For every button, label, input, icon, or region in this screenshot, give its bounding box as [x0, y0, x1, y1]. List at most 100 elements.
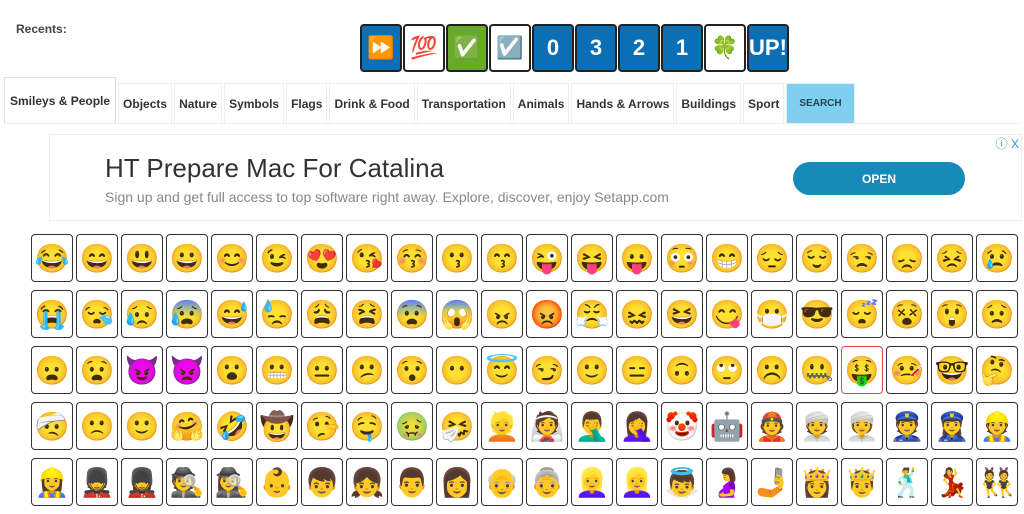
emoji-button[interactable]: 😘 [346, 234, 388, 282]
emoji-button[interactable]: 😧 [76, 346, 118, 394]
recent-emoji[interactable]: 3 [575, 24, 617, 72]
ad-open-button[interactable]: OPEN [793, 162, 965, 195]
emoji-button[interactable]: 🙄 [706, 346, 748, 394]
emoji-button[interactable]: 🕵️‍♀️ [211, 458, 253, 506]
emoji-button[interactable]: 😋 [706, 290, 748, 338]
emoji-button[interactable]: 👰 [526, 402, 568, 450]
recent-emoji[interactable]: ✅ [446, 24, 488, 72]
emoji-button[interactable]: 😠 [481, 290, 523, 338]
emoji-button[interactable]: 🤑 [841, 346, 883, 394]
emoji-button[interactable]: 👳 [796, 402, 838, 450]
emoji-button[interactable]: 😮 [211, 346, 253, 394]
emoji-button[interactable]: 🤓 [931, 346, 973, 394]
emoji-button[interactable]: 👶 [256, 458, 298, 506]
recent-emoji[interactable]: UP! [747, 24, 789, 72]
emoji-button[interactable]: 😪 [76, 290, 118, 338]
tab-hands-arrows[interactable]: Hands & Arrows [571, 83, 675, 123]
emoji-button[interactable]: 🙃 [661, 346, 703, 394]
tab-drink-food[interactable]: Drink & Food [329, 83, 415, 123]
emoji-button[interactable]: 😌 [796, 234, 838, 282]
emoji-button[interactable]: 😛 [616, 234, 658, 282]
emoji-button[interactable]: 😥 [121, 290, 163, 338]
emoji-button[interactable]: 🤔 [976, 346, 1018, 394]
emoji-button[interactable]: 🤳 [751, 458, 793, 506]
tab-transportation[interactable]: Transportation [416, 83, 511, 123]
emoji-button[interactable]: 👴 [481, 458, 523, 506]
recent-emoji[interactable]: ☑️ [489, 24, 531, 72]
emoji-button[interactable]: 🤖 [706, 402, 748, 450]
emoji-button[interactable]: 😚 [391, 234, 433, 282]
emoji-button[interactable]: 👱 [481, 402, 523, 450]
emoji-button[interactable]: 🤴 [841, 458, 883, 506]
emoji-button[interactable]: 👮‍♀️ [931, 402, 973, 450]
emoji-button[interactable]: 😊 [211, 234, 253, 282]
tab-symbols[interactable]: Symbols [224, 83, 285, 123]
emoji-button[interactable]: 😞 [886, 234, 928, 282]
emoji-button[interactable]: ☹️ [751, 346, 793, 394]
emoji-button[interactable]: 🤒 [886, 346, 928, 394]
emoji-button[interactable]: 👼 [661, 458, 703, 506]
recent-emoji[interactable]: 2 [618, 24, 660, 72]
emoji-button[interactable]: 😦 [31, 346, 73, 394]
emoji-button[interactable]: 😰 [166, 290, 208, 338]
tab-nature[interactable]: Nature [174, 83, 223, 123]
emoji-button[interactable]: 🙂 [571, 346, 613, 394]
emoji-button[interactable]: 😅 [211, 290, 253, 338]
emoji-button[interactable]: 👵 [526, 458, 568, 506]
emoji-button[interactable]: 😓 [256, 290, 298, 338]
emoji-button[interactable]: 😱 [436, 290, 478, 338]
emoji-button[interactable]: 😏 [526, 346, 568, 394]
emoji-button[interactable]: 😖 [616, 290, 658, 338]
emoji-button[interactable]: 👩 [436, 458, 478, 506]
emoji-button[interactable]: 😩 [301, 290, 343, 338]
emoji-button[interactable]: 😇 [481, 346, 523, 394]
emoji-button[interactable]: 🤐 [796, 346, 838, 394]
emoji-button[interactable]: 😯 [391, 346, 433, 394]
tab-objects[interactable]: Objects [118, 83, 173, 123]
tab-animals[interactable]: Animals [512, 83, 570, 123]
emoji-button[interactable]: 😵 [886, 290, 928, 338]
tab-flags[interactable]: Flags [286, 83, 328, 123]
emoji-button[interactable]: 😁 [706, 234, 748, 282]
tab-smileys-people[interactable]: Smileys & People [4, 77, 117, 123]
emoji-button[interactable]: 🤢 [391, 402, 433, 450]
emoji-button[interactable]: 😝 [571, 234, 613, 282]
emoji-button[interactable]: 🕵️ [166, 458, 208, 506]
recent-emoji[interactable]: 1 [661, 24, 703, 72]
emoji-button[interactable]: 🤧 [436, 402, 478, 450]
tab-sport[interactable]: Sport [743, 83, 785, 123]
emoji-button[interactable]: 🤦‍♂️ [571, 402, 613, 450]
search-button[interactable]: SEARCH [786, 83, 855, 123]
tab-buildings[interactable]: Buildings [676, 83, 742, 123]
emoji-button[interactable]: 😈 [121, 346, 163, 394]
emoji-button[interactable]: 🤤 [346, 402, 388, 450]
emoji-button[interactable]: 😍 [301, 234, 343, 282]
emoji-button[interactable]: 😆 [661, 290, 703, 338]
emoji-button[interactable]: 😫 [346, 290, 388, 338]
emoji-button[interactable]: 🤥 [301, 402, 343, 450]
emoji-button[interactable]: 😑 [616, 346, 658, 394]
emoji-button[interactable]: 😒 [841, 234, 883, 282]
emoji-button[interactable]: 😙 [481, 234, 523, 282]
recent-emoji[interactable]: ⏩ [360, 24, 402, 72]
emoji-button[interactable]: 😜 [526, 234, 568, 282]
emoji-button[interactable]: 👨 [391, 458, 433, 506]
emoji-button[interactable]: 😕 [346, 346, 388, 394]
emoji-button[interactable]: 👷‍♀️ [31, 458, 73, 506]
advertisement-banner[interactable]: HT Prepare Mac For Catalina Sign up and … [49, 134, 1022, 221]
recent-emoji[interactable]: 🍀 [704, 24, 746, 72]
emoji-button[interactable]: 👳‍♀️ [841, 402, 883, 450]
emoji-button[interactable]: 😄 [76, 234, 118, 282]
emoji-button[interactable]: 😨 [391, 290, 433, 338]
emoji-button[interactable]: 🤗 [166, 402, 208, 450]
emoji-button[interactable]: 👮 [886, 402, 928, 450]
emoji-button[interactable]: 😂 [31, 234, 73, 282]
emoji-button[interactable]: 😃 [121, 234, 163, 282]
recent-emoji[interactable]: 0 [532, 24, 574, 72]
emoji-button[interactable]: 🙂 [121, 402, 163, 450]
emoji-button[interactable]: 😉 [256, 234, 298, 282]
emoji-button[interactable]: 😗 [436, 234, 478, 282]
emoji-button[interactable]: 👷 [976, 402, 1018, 450]
emoji-button[interactable]: 🙁 [76, 402, 118, 450]
emoji-button[interactable]: 💃 [931, 458, 973, 506]
